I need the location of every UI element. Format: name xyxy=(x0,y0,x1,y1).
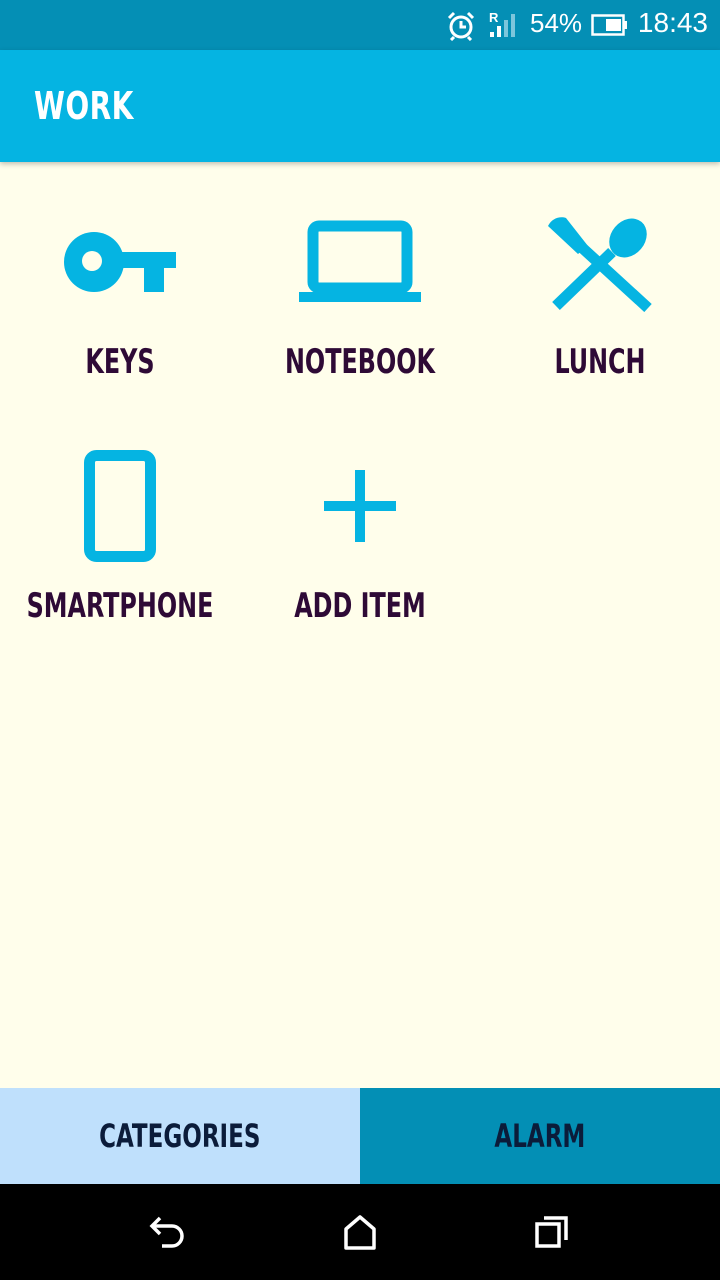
item-notebook[interactable]: NOTEBOOK xyxy=(240,162,480,402)
laptop-icon xyxy=(299,220,421,302)
clock: 18:43 xyxy=(637,7,708,38)
smartphone-icon xyxy=(84,450,156,562)
item-label: KEYS xyxy=(85,342,155,382)
recent-apps-icon[interactable] xyxy=(532,1212,572,1252)
item-label: ADD ITEM xyxy=(294,586,426,626)
item-lunch[interactable]: LUNCH xyxy=(480,162,720,402)
page-title: WORK xyxy=(34,84,134,128)
fork-spoon-icon xyxy=(548,217,652,312)
item-smartphone[interactable]: SMARTPHONE xyxy=(0,406,240,646)
item-label: NOTEBOOK xyxy=(284,342,436,382)
key-icon xyxy=(64,232,176,292)
status-bar: R 54% 18:43 xyxy=(0,0,720,50)
tab-label: ALARM xyxy=(494,1117,586,1155)
tab-label: CATEGORIES xyxy=(99,1117,261,1155)
plus-icon xyxy=(324,470,396,542)
bottom-tab-bar: CATEGORIES ALARM xyxy=(0,1088,720,1184)
add-item-button[interactable]: ADD ITEM xyxy=(240,406,480,646)
system-nav-bar xyxy=(0,1184,720,1280)
home-icon[interactable] xyxy=(340,1212,380,1252)
item-label: SMARTPHONE xyxy=(26,586,214,626)
item-keys[interactable]: KEYS xyxy=(0,162,240,402)
battery-icon xyxy=(591,14,627,36)
tab-categories[interactable]: CATEGORIES xyxy=(0,1088,360,1184)
app-bar: WORK xyxy=(0,50,720,162)
signal-roaming-icon: R xyxy=(489,10,515,37)
tab-alarm[interactable]: ALARM xyxy=(360,1088,720,1184)
alarm-clock-icon xyxy=(447,11,475,41)
back-icon[interactable] xyxy=(148,1212,188,1252)
svg-text:R: R xyxy=(489,10,499,25)
item-label: LUNCH xyxy=(554,342,646,382)
battery-percent: 54% xyxy=(530,8,583,38)
